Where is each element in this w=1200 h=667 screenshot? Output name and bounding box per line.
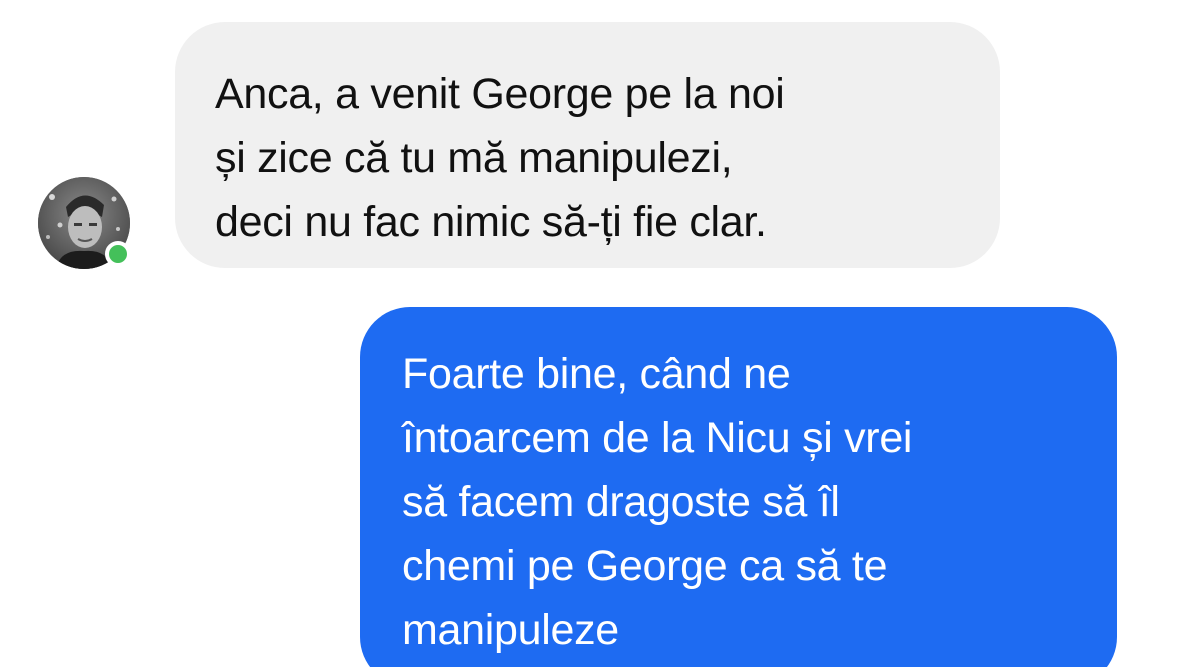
online-status-dot (105, 241, 131, 267)
chat-thread: Anca, a venit George pe la noi și zice c… (0, 0, 1200, 667)
sent-message-bubble[interactable]: Foarte bine, când ne întoarcem de la Nic… (360, 307, 1117, 667)
received-message-bubble[interactable]: Anca, a venit George pe la noi și zice c… (175, 22, 1000, 268)
